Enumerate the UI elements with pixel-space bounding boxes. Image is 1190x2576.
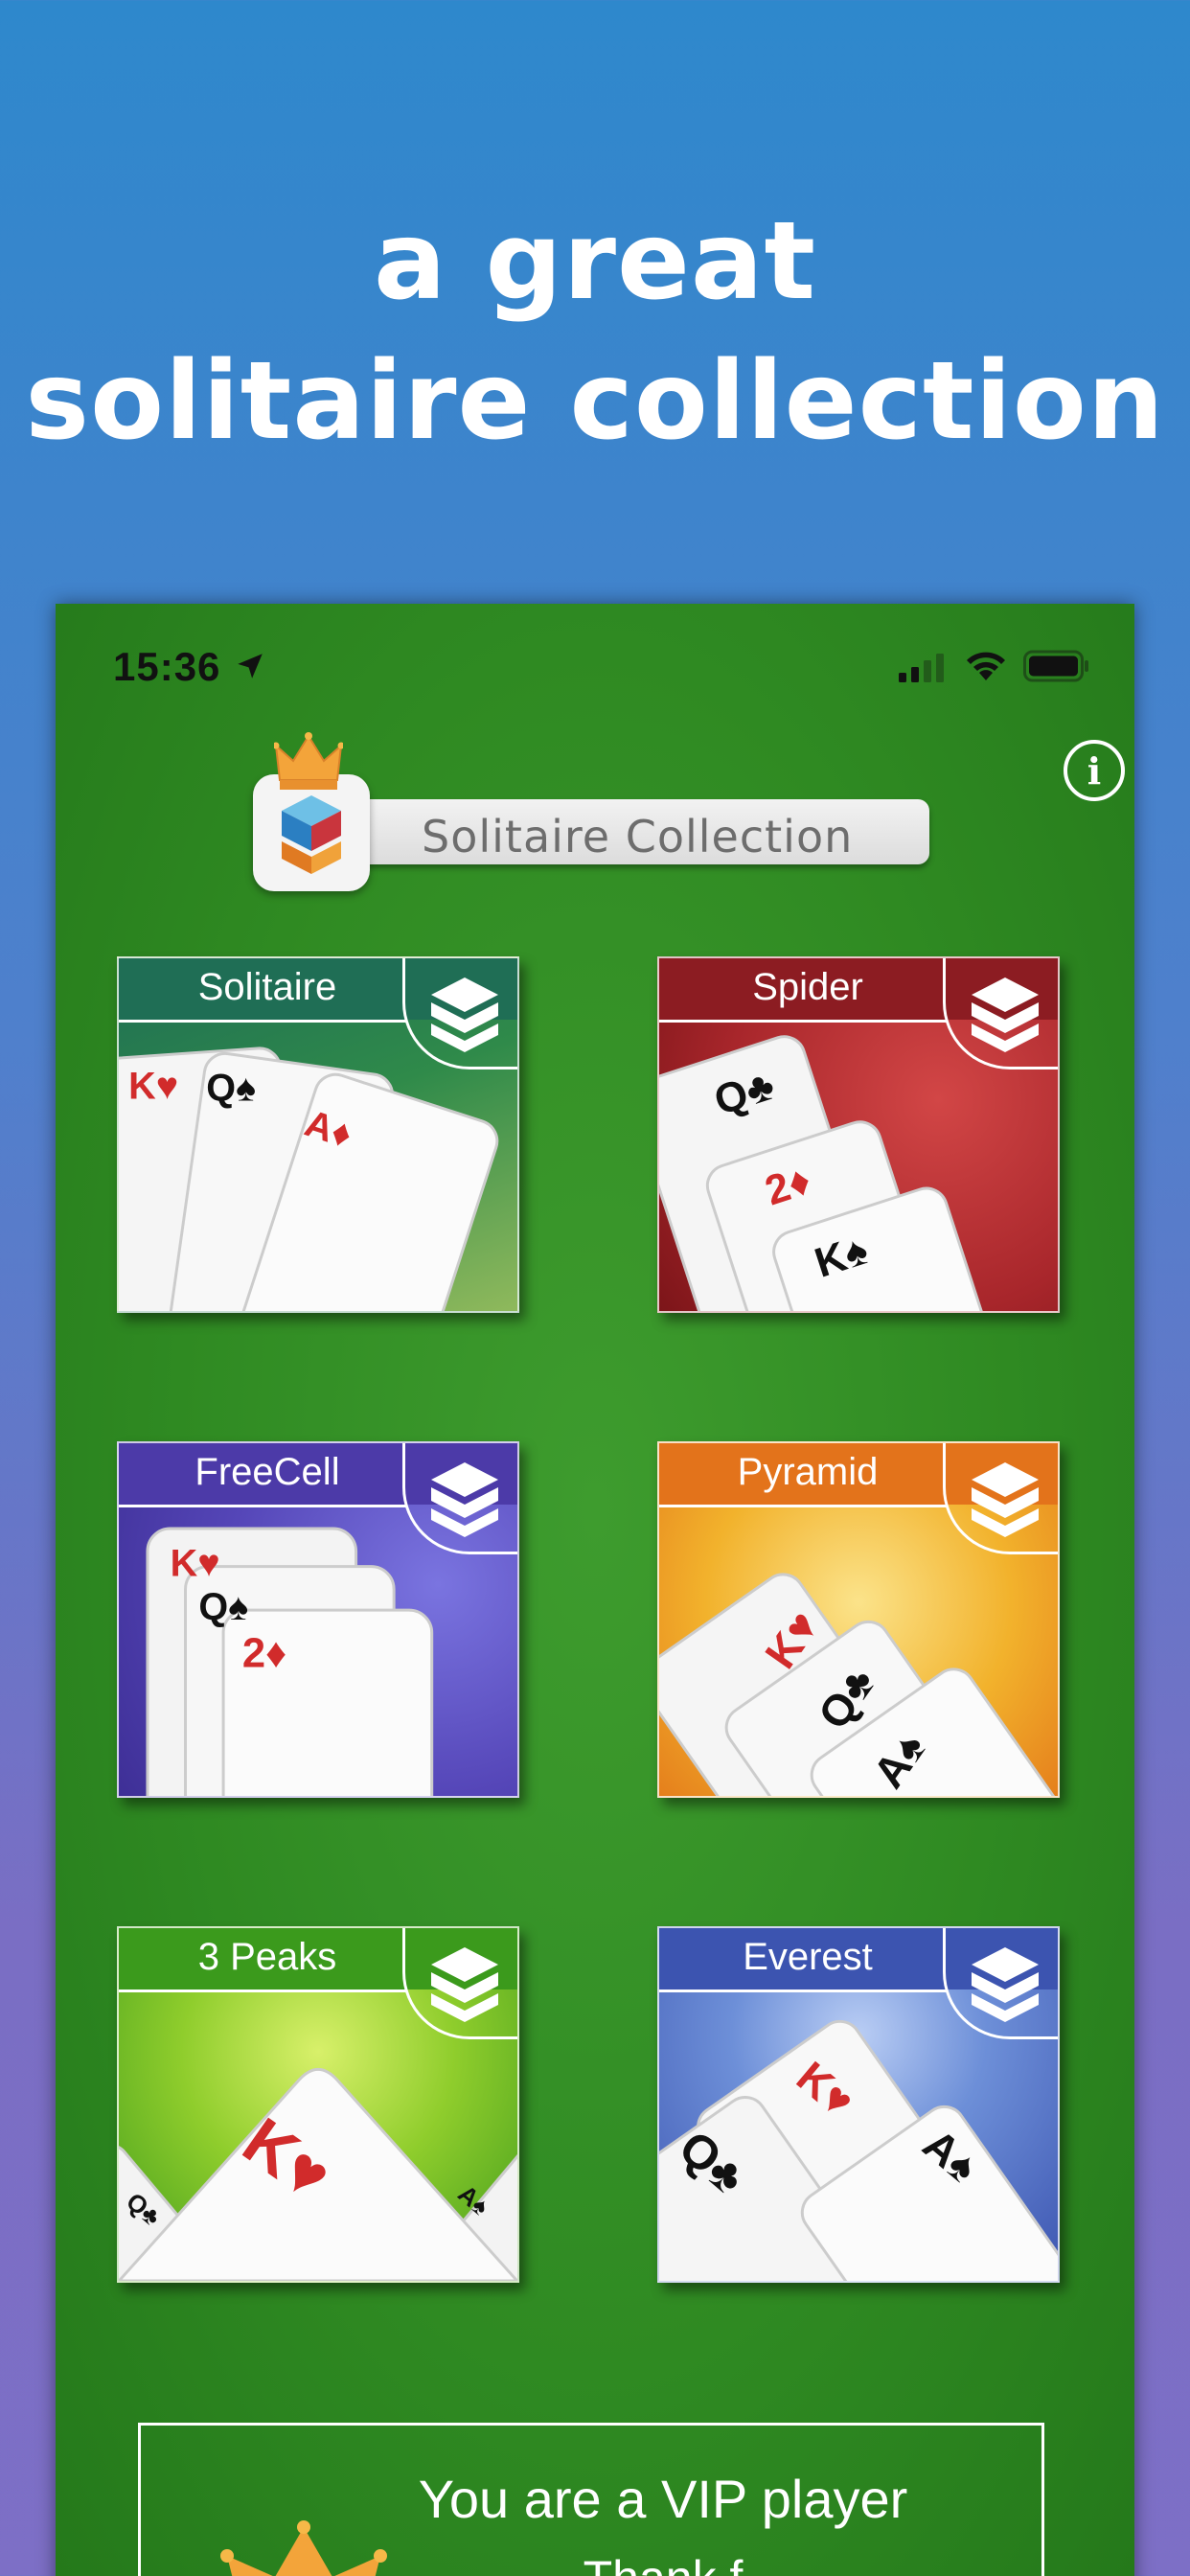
tile-logo-icon: [431, 1462, 498, 1537]
tile-label: Solitaire: [197, 966, 337, 1008]
cellular-signal-icon: [899, 654, 944, 682]
game-tile-pyramid[interactable]: K♥ Q♣ A♠ Pyramid: [657, 1441, 1060, 1798]
marketing-headline: a great solitaire collection: [0, 192, 1190, 472]
tile-logo-icon: [972, 1947, 1039, 2022]
tile-label: Everest: [743, 1936, 873, 1978]
app-screen: 15:36 i Solitaire Collection K♥ Q♠ A♦ So…: [56, 604, 1134, 2576]
headline-line-2: solitaire collection: [25, 339, 1165, 464]
vip-banner[interactable]: You are a VIP player Thank f: [138, 2423, 1044, 2576]
tile-logo-icon: [431, 1947, 498, 2022]
status-time: 15:36: [113, 644, 221, 689]
crown-icon: [274, 732, 343, 790]
app-logo-icon: [253, 774, 370, 891]
game-tile-freecell[interactable]: K♥ Q♠ 2♦ FreeCell: [117, 1441, 519, 1798]
wifi-icon: [967, 652, 1005, 680]
svg-text:K♥: K♥: [171, 1542, 220, 1584]
svg-text:Q♠: Q♠: [206, 1067, 256, 1109]
headline-line-1: a great: [373, 199, 817, 324]
game-tile-3-peaks[interactable]: Q♣ A♠ K♥ 3 Peaks: [117, 1926, 519, 2283]
tile-label: Spider: [752, 966, 863, 1008]
game-tile-everest[interactable]: K♥ Q♣ A♠ Everest: [657, 1926, 1060, 2283]
battery-icon: [1023, 650, 1088, 682]
game-tile-spider[interactable]: Q♣ 2♦ K♠ Spider: [657, 956, 1060, 1313]
game-tile-solitaire[interactable]: K♥ Q♠ A♦ Solitaire: [117, 956, 519, 1313]
svg-text:2♦: 2♦: [242, 1630, 286, 1676]
tile-label: FreeCell: [195, 1451, 340, 1493]
svg-text:K♥: K♥: [128, 1065, 178, 1107]
info-icon: i: [1087, 749, 1102, 793]
status-bar: 15:36: [56, 604, 1134, 738]
location-arrow-icon: [238, 654, 263, 678]
tile-logo-icon: [972, 978, 1039, 1052]
tile-label: 3 Peaks: [197, 1936, 337, 1978]
tile-logo-icon: [431, 978, 498, 1052]
app-title-bar: Solitaire Collection: [345, 799, 929, 864]
vip-crown-icon: [220, 2520, 387, 2576]
tile-logo-icon: [972, 1462, 1039, 1537]
tile-label: Pyramid: [737, 1451, 879, 1493]
svg-text:Q♠: Q♠: [198, 1586, 248, 1628]
app-title: Solitaire Collection: [422, 811, 854, 862]
info-button[interactable]: i: [1064, 740, 1125, 801]
